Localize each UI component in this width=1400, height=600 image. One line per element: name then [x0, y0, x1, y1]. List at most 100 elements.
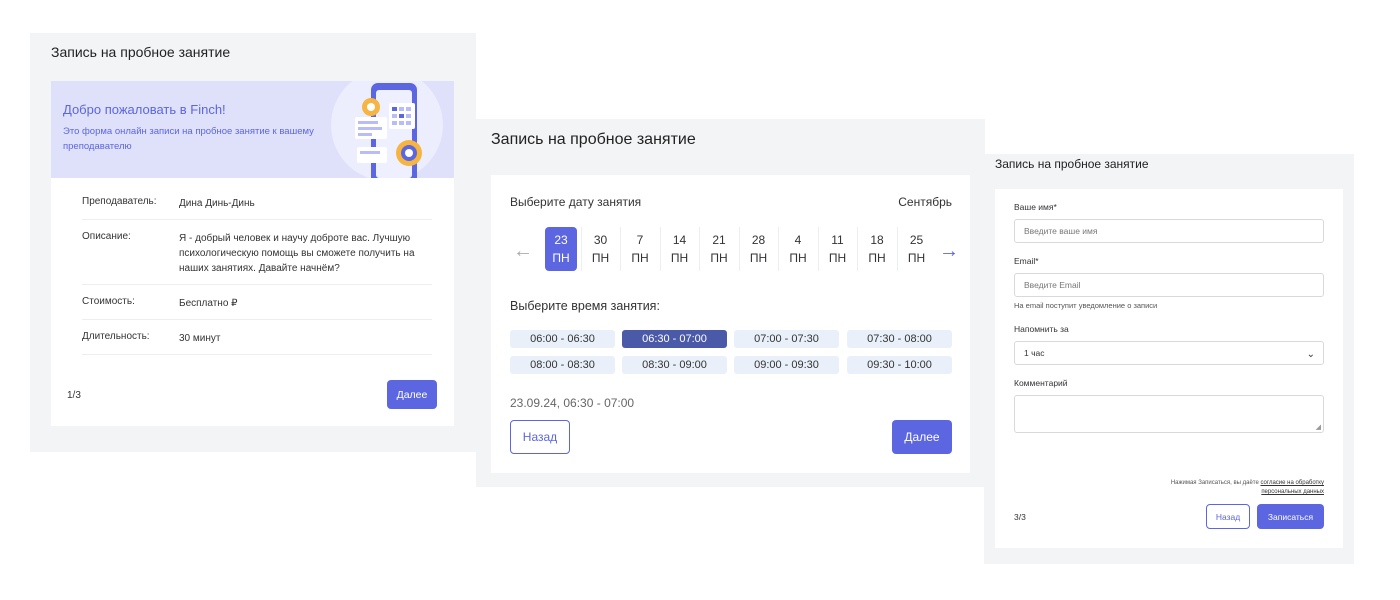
date-weekday: ПН — [631, 251, 649, 265]
selected-datetime: 23.09.24, 06:30 - 07:00 — [510, 396, 635, 410]
intro-panel: Запись на пробное занятие Добро пожалова… — [30, 33, 476, 452]
info-row-duration: Длительность: 30 минут — [82, 331, 432, 355]
date-divider — [896, 227, 898, 271]
page-title: Запись на пробное занятие — [51, 44, 231, 60]
time-slot[interactable]: 09:00 - 09:30 — [734, 356, 839, 374]
date-weekday: ПН — [591, 251, 610, 265]
info-label: Стоимость: — [82, 296, 135, 307]
remind-value: 1 час — [1024, 348, 1045, 358]
date-day: 11 — [831, 233, 844, 247]
banner-text: Это форма онлайн записи на пробное занят… — [63, 126, 314, 152]
date-weekday: ПН — [828, 251, 847, 265]
remind-select[interactable]: 1 час ⌄ — [1014, 341, 1324, 365]
date-day: 30 — [593, 233, 608, 247]
date-option[interactable]: 23 ПН — [545, 227, 577, 271]
banner-heading: Добро пожаловать в Finch! — [63, 102, 226, 117]
page-title: Запись на пробное занятие — [491, 131, 696, 148]
page-title: Запись на пробное занятие — [995, 157, 1149, 171]
date-option[interactable]: 28 ПН — [743, 227, 775, 271]
date-weekday: ПН — [552, 251, 570, 265]
email-label: Email* — [1014, 256, 1039, 266]
contact-panel: Запись на пробное занятие Ваше имя* Emai… — [984, 154, 1354, 564]
date-option[interactable]: 7 ПН — [624, 227, 656, 271]
consent-link[interactable]: согласие на обработку персональных данны… — [1260, 480, 1324, 495]
time-slot[interactable]: 07:30 - 08:00 — [847, 330, 952, 348]
date-day: 28 — [751, 233, 766, 247]
email-hint: На email поступит уведомление о записи — [1014, 301, 1158, 310]
email-input[interactable] — [1014, 273, 1324, 297]
date-divider — [738, 227, 740, 271]
date-divider — [620, 227, 621, 271]
date-day: 23 — [554, 233, 568, 247]
date-divider — [699, 227, 700, 271]
date-weekday: ПН — [710, 251, 728, 265]
welcome-banner: Добро пожаловать в Finch! Это форма онла… — [51, 81, 454, 178]
date-divider — [659, 227, 661, 271]
intro-card: Добро пожаловать в Finch! Это форма онла… — [51, 81, 454, 426]
consent-text: Нажимая Записаться, вы даёте — [1170, 480, 1259, 486]
date-divider — [817, 227, 819, 271]
name-input[interactable] — [1014, 219, 1324, 243]
date-option[interactable]: 18 ПН — [861, 227, 893, 271]
time-slot[interactable]: 06:30 - 07:00 — [622, 330, 727, 348]
comment-label: Комментарий — [1014, 378, 1068, 388]
info-row-description: Описание: Я - добрый человек и научу доб… — [82, 231, 432, 285]
next-button[interactable]: Далее — [387, 380, 437, 409]
date-day: 4 — [794, 233, 802, 247]
date-day: 7 — [636, 233, 644, 247]
step-indicator: 1/3 — [67, 390, 81, 401]
date-option[interactable]: 4 ПН — [782, 227, 814, 271]
remind-label: Напомнить за — [1014, 324, 1069, 334]
date-weekday: ПН — [789, 251, 807, 265]
comment-textarea[interactable]: ◢ — [1014, 395, 1324, 433]
submit-button[interactable]: Записаться — [1257, 504, 1324, 529]
back-button[interactable]: Назад — [1206, 504, 1250, 529]
time-label: Выберите время занятия: — [510, 299, 660, 313]
info-label: Длительность: — [82, 331, 150, 342]
arrow-left-icon[interactable]: ← — [513, 241, 533, 261]
date-option[interactable]: 11 ПН — [822, 227, 854, 271]
next-button[interactable]: Далее — [892, 420, 952, 454]
info-label: Преподаватель: — [82, 196, 157, 207]
date-option[interactable]: 25 ПН — [901, 227, 933, 271]
chevron-down-icon: ⌄ — [1306, 349, 1315, 360]
info-row-teacher: Преподаватель: Дина Динь-Динь — [82, 196, 432, 220]
info-value: 30 минут — [179, 333, 221, 344]
date-day: 18 — [870, 233, 884, 247]
date-divider — [857, 227, 858, 271]
stage: Запись на пробное занятие Добро пожалова… — [0, 0, 1400, 600]
date-day: 25 — [909, 233, 924, 247]
date-weekday: ПН — [670, 251, 689, 265]
date-option[interactable]: 14 ПН — [664, 227, 696, 271]
name-label: Ваше имя* — [1014, 202, 1057, 212]
consent-note: Нажимая Записаться, вы даёте согласие на… — [1164, 479, 1324, 497]
info-value: Я - добрый человек и научу доброте вас. … — [179, 233, 415, 274]
time-slot[interactable]: 09:30 - 10:00 — [847, 356, 952, 374]
info-label: Описание: — [82, 231, 131, 242]
time-slot[interactable]: 07:00 - 07:30 — [734, 330, 839, 348]
date-weekday: ПН — [868, 251, 886, 265]
date-day: 21 — [712, 233, 726, 247]
time-slot[interactable]: 06:00 - 06:30 — [510, 330, 615, 348]
schedule-card: Выберите дату занятия Сентябрь ← → 23 ПН 3… — [491, 175, 970, 473]
info-value: Бесплатно ₽ — [179, 298, 238, 309]
back-button[interactable]: Назад — [510, 420, 570, 454]
month-label: Сентябрь — [898, 195, 952, 209]
phone-illustration-icon — [331, 81, 443, 178]
time-slot[interactable]: 08:00 - 08:30 — [510, 356, 615, 374]
date-weekday: ПН — [907, 251, 926, 265]
date-label: Выберите дату занятия — [510, 195, 642, 209]
step-indicator: 3/3 — [1014, 512, 1026, 522]
date-divider — [778, 227, 779, 271]
date-weekday: ПН — [749, 251, 768, 265]
info-row-price: Стоимость: Бесплатно ₽ — [82, 296, 432, 320]
date-option[interactable]: 30 ПН — [585, 227, 617, 271]
time-slot[interactable]: 08:30 - 09:00 — [622, 356, 727, 374]
info-value: Дина Динь-Динь — [179, 198, 255, 209]
date-day: 14 — [672, 233, 687, 247]
date-option[interactable]: 21 ПН — [703, 227, 735, 271]
date-divider — [580, 227, 582, 271]
arrow-right-icon[interactable]: → — [939, 241, 959, 261]
contact-card: Ваше имя* Email* На email поступит уведо… — [995, 189, 1343, 548]
resize-grip-icon[interactable]: ◢ — [1316, 423, 1321, 431]
